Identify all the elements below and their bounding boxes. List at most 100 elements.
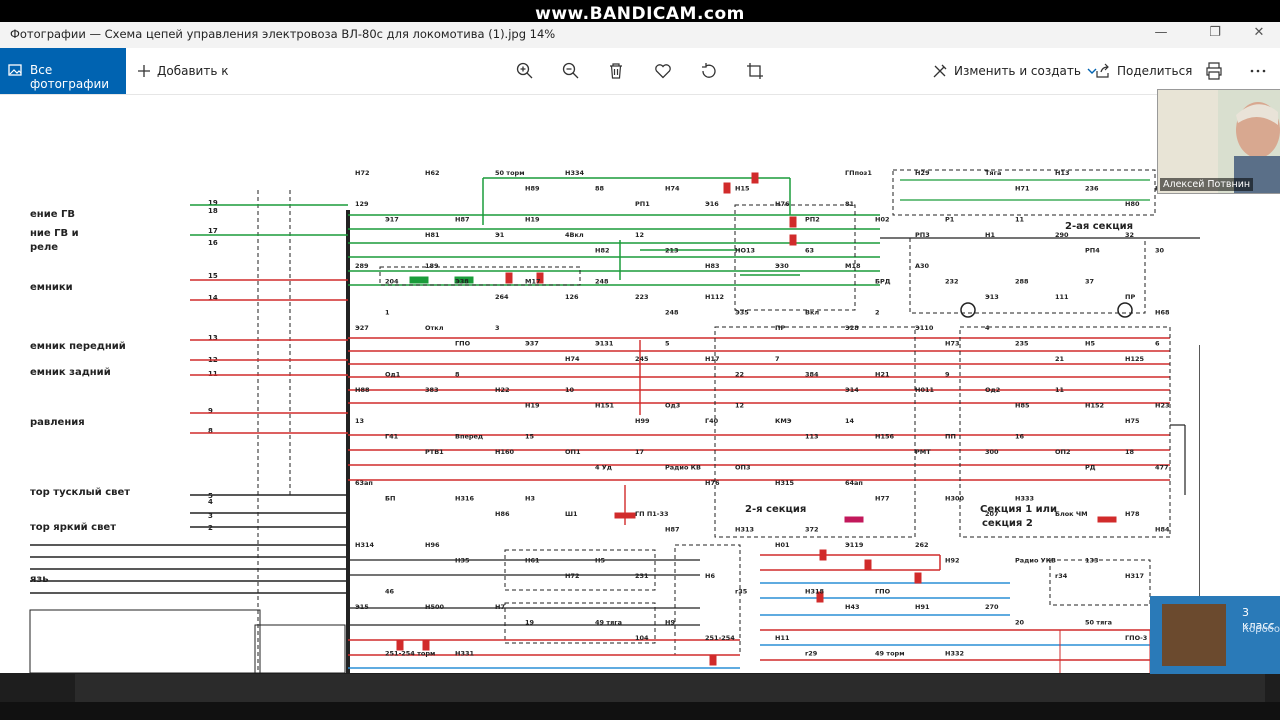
wire-label: Э35 [735,309,749,317]
left-function-label: емник задний [30,367,111,378]
zoom-in-icon [516,62,533,79]
wire-label: 288 [1015,278,1029,286]
wire-label: 49 тяга [595,619,622,627]
wire-label: 10 [565,386,575,394]
wire-label: Э119 [845,541,864,549]
wire-label: Н21 [875,371,890,379]
toolbar: Все фотографии Добавить к Изменить и соз… [0,48,1280,95]
wire-label: 14 [845,417,855,425]
wire-label: 81 [845,200,855,208]
wire-label: Н85 [1015,402,1030,410]
share-button[interactable]: Поделиться [1095,60,1192,82]
wire-label: 16 [1015,433,1025,441]
wire-label: Н1 [985,231,995,239]
left-function-label: ение ГВ [30,209,75,220]
favorite-button[interactable] [654,60,672,82]
wire-label: Н99 [635,417,650,425]
wire-label: Н9 [665,619,675,627]
wire-label: Откл [425,324,444,332]
wire-label: Н151 [595,402,614,410]
video-notification[interactable]: 3 класс Коробо [1150,596,1280,674]
fuse [422,639,430,651]
wire-label: РМТ [915,448,931,456]
wire-label: Н80 [1125,200,1140,208]
wire-label: Н29 [915,169,930,177]
zoom-out-button[interactable] [562,60,580,82]
fuse [789,234,797,246]
relay-box [892,169,1156,216]
wire-label: 113 [805,433,819,441]
wire-label: 46 [385,588,395,596]
minimize-icon[interactable]: — [1146,25,1176,43]
wire-label: Н72 [355,169,370,177]
wire-label: Э14 [845,386,859,394]
wire-label: Н02 [875,216,890,224]
wire-label: А30 [915,262,930,270]
wire-label: Н315 [775,479,794,487]
restore-icon[interactable]: ❐ [1200,25,1230,43]
wire-label: Вкл [805,309,819,317]
more-button[interactable] [1250,60,1266,82]
wire-label: 21 [1055,355,1065,363]
wire-label: Н6 [705,572,715,580]
wire-label: Г40 [705,417,719,425]
wire-label: 64ап [845,479,863,487]
zoom-in-button[interactable] [516,60,534,82]
kme-box [254,624,346,673]
fuse [1097,516,1117,523]
wire-label: Н74 [565,355,580,363]
wire-label: 235 [1015,340,1029,348]
fuse [723,182,731,194]
wire-label: 22 [735,371,744,379]
wire-label: 126 [565,293,579,301]
fuse [505,272,513,284]
wire-label: 111 [1055,293,1069,301]
wire-label: Н86 [495,510,510,518]
wire-label: Н43 [845,603,860,611]
edit-create-button[interactable]: Изменить и создать [932,60,1097,82]
terminal-number: 2 [208,524,213,532]
notification-thumbnail [1162,604,1226,666]
wire-label: Э28 [845,324,859,332]
wire-label: 7 [775,355,780,363]
image-viewer[interactable]: ение ГВ ние ГВ и реле емники емник передний е… [0,95,1280,673]
wire-label: 17 [635,448,644,456]
wire-label: ПР [1125,293,1135,301]
wire-label: 3 [495,324,500,332]
wire-label: Н152 [1085,402,1104,410]
wire-label: Н62 [425,169,440,177]
wire-label: Блок ЧМ [1055,510,1088,518]
crop-button[interactable] [746,60,764,82]
wire-label: Н01 [775,541,790,549]
wire-label: 15 [525,433,535,441]
wire-label: r34 [1055,572,1068,580]
wire-label: Радио УКВ [1015,557,1056,565]
wire-label: 11 [1055,386,1065,394]
wire-label: Н23 [1155,402,1170,410]
close-icon[interactable]: ✕ [1244,25,1274,43]
wire-label: ПР [775,324,785,332]
kme-panel [29,609,261,673]
photos-icon [8,64,22,76]
wire-label: 204 [385,278,399,286]
wire-label: Н76 [775,200,790,208]
add-to-button[interactable]: Добавить к [137,60,228,82]
fuse [751,172,759,184]
add-to-label: Добавить к [157,64,229,78]
wire-label: 37 [1085,278,1094,286]
wire-label: Н112 [705,293,724,301]
wire-label: ОП3 [735,464,751,472]
wire-label: 6 [1155,340,1160,348]
wire-label: Н74 [665,185,680,193]
terminal-number: 16 [208,239,218,247]
schematic-image: ение ГВ ние ГВ и реле емники емник передний е… [29,169,1263,673]
all-photos-button[interactable]: Все фотографии [0,48,126,94]
fuse [396,639,404,651]
print-button[interactable] [1205,60,1223,82]
webcam-name: Алексей Потвнин [1160,178,1254,191]
rotate-button[interactable] [700,60,718,82]
delete-button[interactable] [608,60,624,82]
wire-label: Н78 [1125,510,1140,518]
wire-label: Н82 [595,247,610,255]
wire-label: Н331 [455,650,474,658]
